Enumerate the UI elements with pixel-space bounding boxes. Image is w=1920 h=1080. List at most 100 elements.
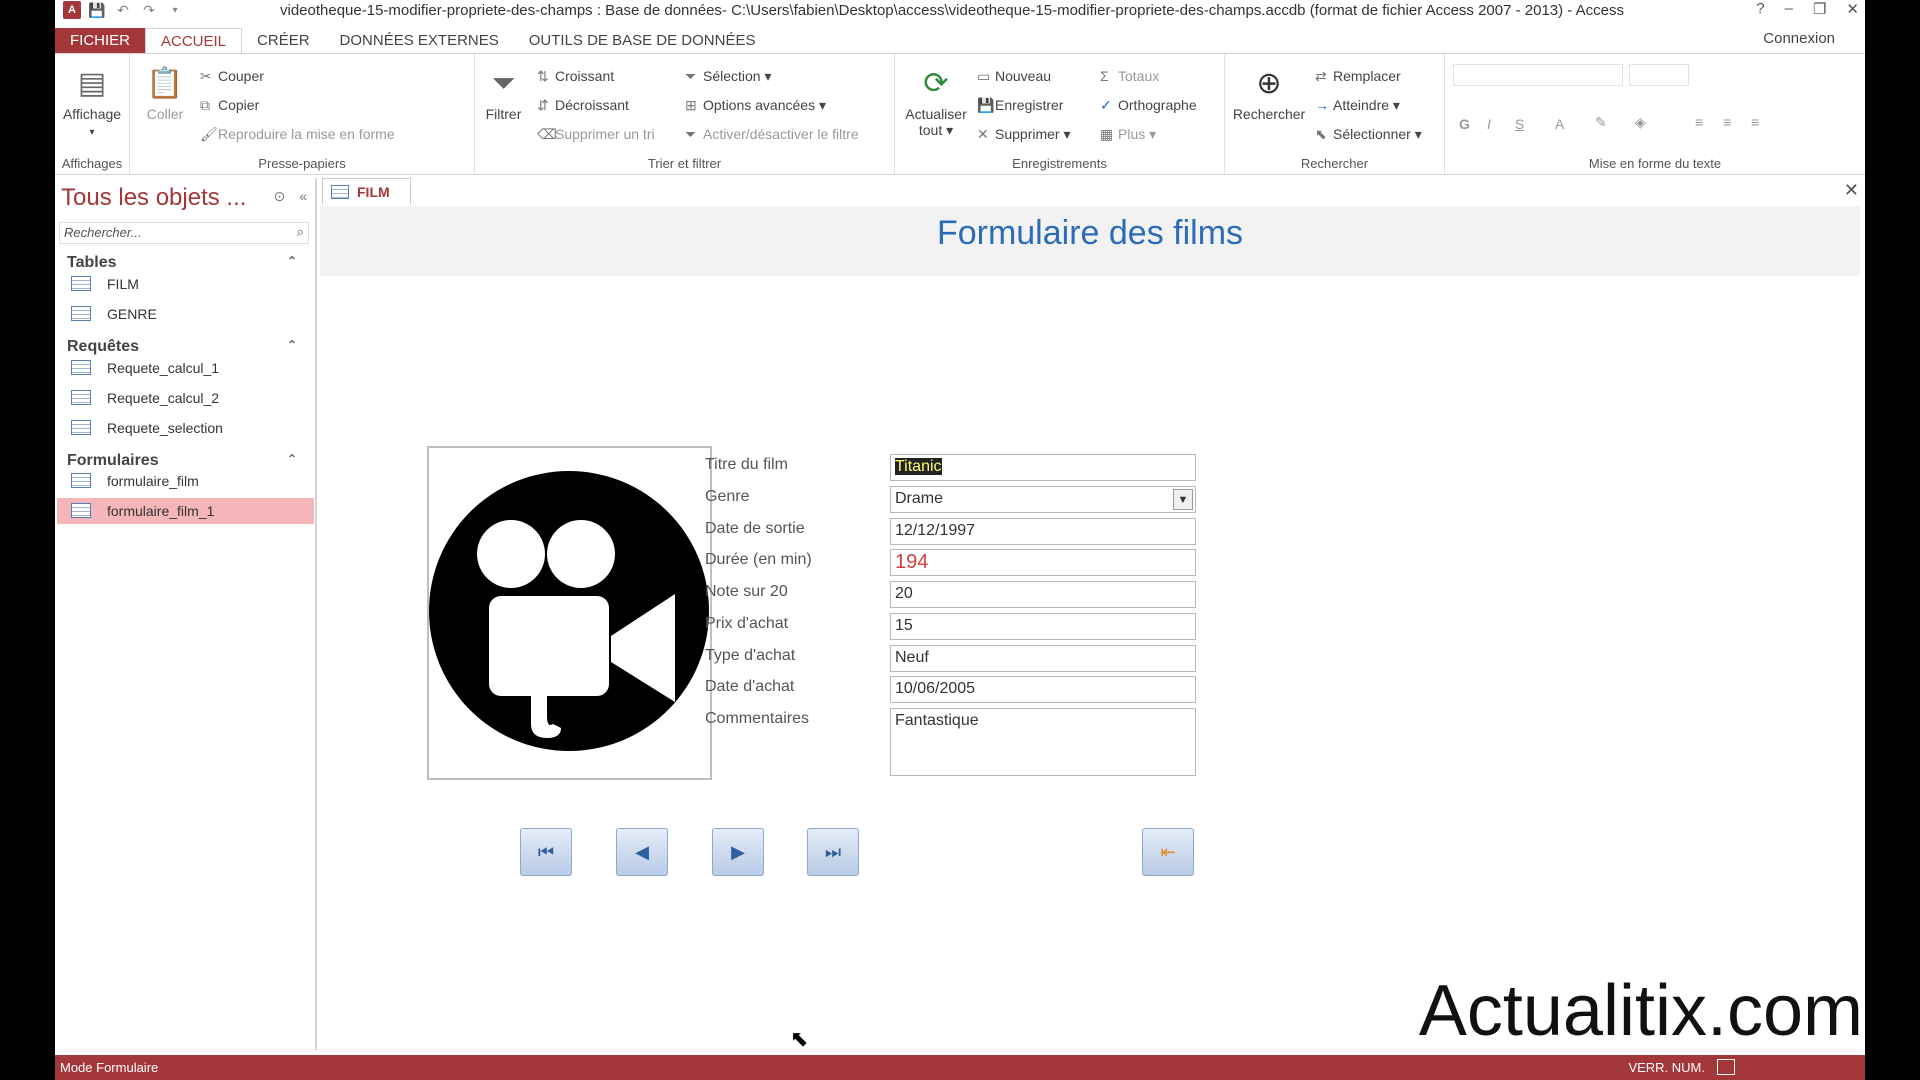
date-achat-field[interactable]: 10/06/2005: [890, 676, 1196, 703]
orthographe-button[interactable]: ✓ Orthographe: [1100, 97, 1197, 114]
supprimer-tri-button[interactable]: ⌫Supprimer un tri: [537, 126, 655, 143]
nouveau-button[interactable]: ▭ Nouveau: [977, 68, 1051, 85]
align-center-icon[interactable]: ≡: [1723, 114, 1731, 130]
reproduire-button[interactable]: 🖌Reproduire la mise en forme: [200, 126, 395, 143]
form-view-icon[interactable]: [1717, 1059, 1735, 1075]
prix-field[interactable]: 15: [890, 613, 1196, 640]
collapse-section-icon[interactable]: ⌃: [287, 452, 297, 466]
atteindre-button[interactable]: → Atteindre ▾: [1315, 97, 1400, 114]
label-date-achat: Date d'achat: [705, 678, 795, 695]
customize-qat-icon[interactable]: ▾: [165, 5, 185, 16]
nav-section-requetes[interactable]: Requêtes ⌃: [67, 338, 307, 356]
totaux-button[interactable]: Σ Totaux: [1100, 68, 1159, 84]
spellcheck-icon: ✓: [1100, 97, 1112, 113]
highlight-icon[interactable]: ✎: [1595, 114, 1607, 131]
nav-item-requete-selection[interactable]: Requete_selection: [57, 415, 314, 441]
nav-item-requete-calcul-2[interactable]: Requete_calcul_2: [57, 385, 314, 411]
supprimer-button[interactable]: ✕ Supprimer ▾: [977, 126, 1071, 143]
titre-field[interactable]: Titanic: [890, 454, 1196, 481]
close-document-icon[interactable]: ✕: [1844, 180, 1859, 201]
duree-field[interactable]: 194: [890, 549, 1196, 576]
selection-button[interactable]: ⏷ Sélection ▾: [685, 68, 772, 85]
search-icon[interactable]: ⌕: [297, 224, 304, 240]
nav-menu-icon[interactable]: ⊙: [274, 188, 286, 204]
previous-record-button[interactable]: ◀: [616, 828, 668, 876]
nav-pane-title[interactable]: Tous les objets ...: [61, 184, 246, 212]
nav-pane-controls: ⊙ «: [274, 188, 307, 205]
coller-button[interactable]: 📋 Coller: [140, 62, 190, 122]
affichage-button[interactable]: ▤ Affichage ▾: [57, 62, 127, 138]
view-icon: ▤: [77, 67, 107, 100]
help-button[interactable]: ?: [1756, 0, 1764, 18]
font-size-select[interactable]: [1629, 64, 1689, 86]
collapse-nav-icon[interactable]: «: [299, 188, 307, 204]
group-label: Enregistrements: [1012, 156, 1107, 171]
delete-icon: ✕: [977, 126, 989, 142]
note-field[interactable]: 20: [890, 581, 1196, 608]
croissant-button[interactable]: ⇅ Croissant: [537, 68, 614, 85]
document-tab-film[interactable]: FILM: [322, 178, 411, 205]
scissors-icon: ✂: [200, 68, 212, 84]
first-record-button[interactable]: ⏮: [520, 828, 572, 876]
commentaires-field[interactable]: Fantastique: [890, 708, 1196, 776]
save-record-icon: 💾: [977, 97, 995, 113]
remplacer-button[interactable]: ⇄ Remplacer: [1315, 68, 1401, 85]
tab-fichier[interactable]: FICHIER: [55, 28, 145, 54]
undo-icon[interactable]: ↶: [113, 2, 133, 19]
nav-item-formulaire-film-1[interactable]: formulaire_film_1: [57, 498, 314, 524]
selectionner-button[interactable]: ⬉ Sélectionner ▾: [1315, 126, 1422, 143]
bold-button[interactable]: G: [1459, 116, 1470, 132]
form-icon: [331, 185, 349, 199]
align-left-icon[interactable]: ≡: [1695, 114, 1703, 130]
collapse-section-icon[interactable]: ⌃: [287, 254, 297, 268]
minimize-button[interactable]: –: [1785, 0, 1793, 18]
nav-item-requete-calcul-1[interactable]: Requete_calcul_1: [57, 355, 314, 381]
fill-color-icon[interactable]: ◈: [1635, 114, 1646, 131]
last-record-button[interactable]: ⏭: [807, 828, 859, 876]
options-avancees-button[interactable]: ⊞ Options avancées ▾: [685, 97, 826, 114]
font-family-select[interactable]: [1453, 64, 1623, 86]
save-icon[interactable]: 💾: [87, 2, 107, 19]
font-color-button[interactable]: A: [1555, 116, 1564, 132]
enregistrer-button[interactable]: 💾Enregistrer: [977, 97, 1063, 114]
filtrer-button[interactable]: ⏷ Filtrer: [481, 62, 526, 122]
nav-item-genre[interactable]: GENRE: [57, 301, 314, 327]
decroissant-button[interactable]: ⇵ Décroissant: [537, 97, 629, 114]
copy-icon: ⧉: [200, 97, 210, 113]
collapse-section-icon[interactable]: ⌃: [287, 338, 297, 352]
chevron-down-icon[interactable]: ▼: [1173, 489, 1193, 510]
genre-combobox[interactable]: Drame ▼: [890, 486, 1196, 513]
cursor-icon: ⬉: [1315, 126, 1327, 142]
rechercher-button[interactable]: ⊕ Rechercher: [1229, 62, 1309, 122]
tab-outils[interactable]: OUTILS DE BASE DE DONNÉES: [514, 28, 771, 54]
plus-button[interactable]: ▦ Plus ▾: [1100, 126, 1156, 143]
type-achat-field[interactable]: Neuf: [890, 645, 1196, 672]
tab-donnees-externes[interactable]: DONNÉES EXTERNES: [325, 28, 514, 54]
couper-button[interactable]: ✂ Couper: [200, 68, 264, 85]
connexion-link[interactable]: Connexion: [1763, 30, 1835, 47]
tab-creer[interactable]: CRÉER: [242, 28, 325, 54]
query-icon: [71, 360, 91, 375]
nav-section-tables[interactable]: Tables ⌃: [67, 254, 307, 272]
align-right-icon[interactable]: ≡: [1751, 114, 1759, 130]
date-sortie-field[interactable]: 12/12/1997: [890, 518, 1196, 545]
nav-search-input[interactable]: Rechercher... ⌕: [59, 222, 309, 244]
ribbon-tabs: FICHIER ACCUEIL CRÉER DONNÉES EXTERNES O…: [55, 26, 1865, 54]
tab-accueil[interactable]: ACCUEIL: [145, 28, 243, 54]
italic-button[interactable]: I: [1487, 116, 1491, 132]
group-enregistrements: ⟳ Actualiser tout ▾ ▭ Nouveau 💾Enregistrer…: [895, 54, 1225, 174]
close-button[interactable]: ✕: [1846, 0, 1859, 18]
actualiser-button[interactable]: ⟳ Actualiser tout ▾: [901, 62, 971, 139]
nav-item-film[interactable]: FILM: [57, 271, 314, 297]
restore-button[interactable]: ❐: [1813, 0, 1826, 18]
activer-filtre-button[interactable]: ⏷ Activer/désactiver le filtre: [685, 126, 859, 143]
label-note: Note sur 20: [705, 583, 788, 600]
exit-form-button[interactable]: ⇤: [1142, 828, 1194, 876]
copier-button[interactable]: ⧉ Copier: [200, 97, 259, 114]
next-record-button[interactable]: ▶: [712, 828, 764, 876]
underline-button[interactable]: S: [1515, 116, 1524, 132]
label-genre: Genre: [705, 488, 750, 505]
new-record-icon: ▭: [977, 68, 991, 84]
redo-icon[interactable]: ↷: [139, 2, 159, 19]
nav-item-formulaire-film[interactable]: formulaire_film: [57, 468, 314, 494]
